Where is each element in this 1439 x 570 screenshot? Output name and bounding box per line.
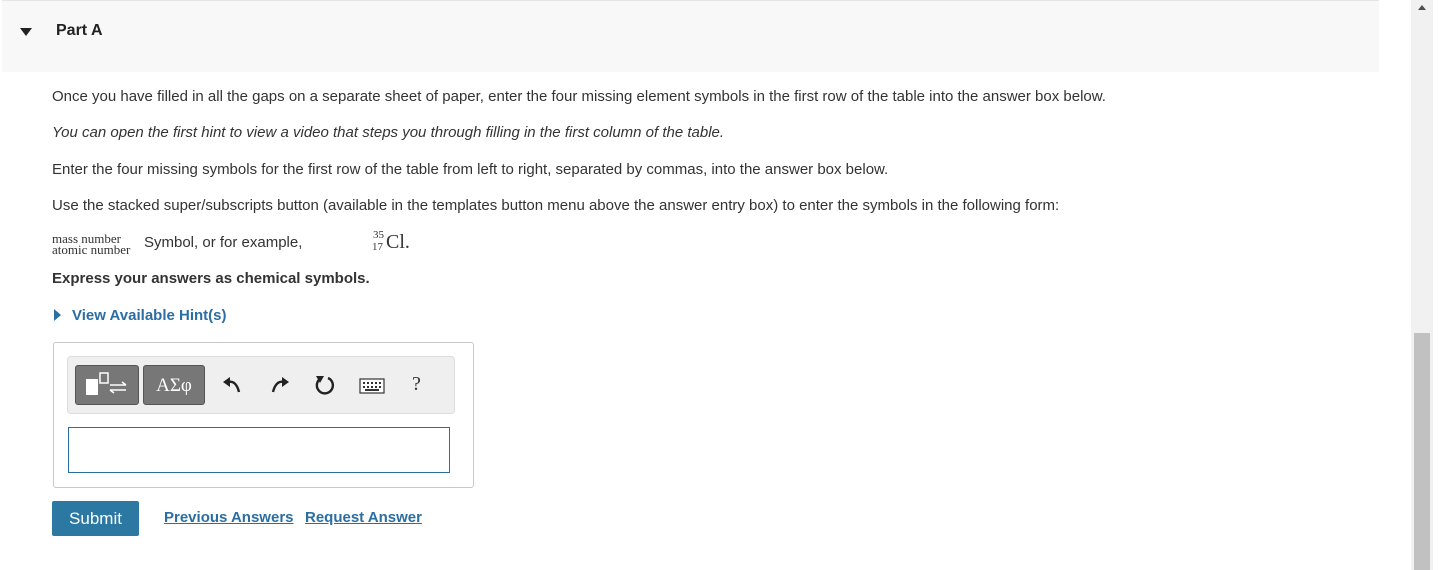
express-instruction: Express your answers as chemical symbols…: [52, 270, 370, 287]
instruction-line-3: Enter the four missing symbols for the f…: [52, 161, 889, 178]
example-mass-number: 35: [373, 229, 384, 241]
scrollbar-thumb[interactable]: [1414, 333, 1430, 570]
example-period: .: [404, 231, 410, 253]
scroll-up-arrow-icon[interactable]: [1418, 5, 1426, 10]
example-symbol-text: Cl: [386, 231, 405, 253]
vertical-scrollbar[interactable]: [1411, 0, 1433, 570]
greek-symbols-button[interactable]: ΑΣφ: [143, 365, 205, 405]
instruction-line-2: You can open the first hint to view a vi…: [52, 124, 725, 141]
part-title: Part A: [56, 22, 103, 39]
instruction-line-1: Once you have filled in all the gaps on …: [52, 88, 1106, 105]
request-answer-link[interactable]: Request Answer: [305, 509, 422, 526]
templates-button[interactable]: [75, 365, 139, 405]
mass-atomic-stack: mass number atomic number: [52, 232, 131, 257]
form-example-text: Symbol, or for example,: [144, 234, 303, 251]
view-hints-label[interactable]: View Available Hint(s): [72, 307, 227, 324]
math-toolbar: ΑΣφ ?: [67, 356, 455, 414]
answer-input[interactable]: [68, 427, 450, 473]
previous-answers-link[interactable]: Previous Answers: [164, 509, 294, 526]
help-icon[interactable]: ?: [412, 373, 421, 396]
part-header: Part A: [2, 0, 1379, 72]
redo-icon[interactable]: [268, 374, 290, 396]
submit-button[interactable]: Submit: [52, 501, 139, 536]
example-symbol: Cl.: [386, 231, 410, 254]
reset-icon[interactable]: [314, 373, 336, 397]
example-atomic-number: 17: [372, 241, 383, 253]
undo-icon[interactable]: [222, 374, 244, 396]
instruction-line-4: Use the stacked super/subscripts button …: [52, 197, 1060, 214]
answer-entry-box: ΑΣφ ?: [53, 342, 474, 488]
atomic-number-label: atomic number: [52, 242, 131, 257]
form-example: mass number atomic number Symbol, or for…: [52, 230, 652, 260]
greek-symbols-label: ΑΣφ: [156, 375, 192, 396]
page: Part A Once you have filled in all the g…: [0, 0, 1439, 570]
templates-icon: [86, 372, 127, 395]
keyboard-icon[interactable]: [359, 378, 385, 394]
collapse-caret-icon[interactable]: [20, 28, 32, 36]
hint-caret-icon: [54, 309, 61, 321]
